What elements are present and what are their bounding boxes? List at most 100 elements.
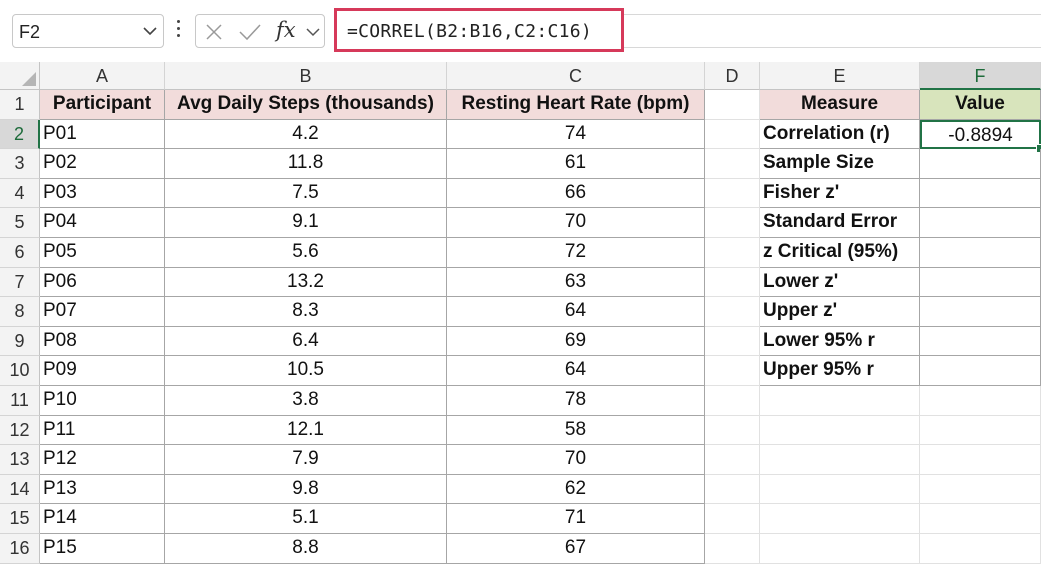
cell-a3[interactable]: P02 [40,149,165,179]
cell-a15[interactable]: P14 [40,504,165,534]
row-header-14[interactable]: 14 [0,474,40,505]
cell-b3[interactable]: 11.8 [165,149,447,179]
row-header-8[interactable]: 8 [0,297,40,327]
cell-f16[interactable] [920,534,1041,564]
cell-e3[interactable]: Sample Size [760,149,920,179]
cell-a2[interactable]: P01 [40,119,165,150]
cell-f4[interactable] [920,178,1041,209]
row-header-16[interactable]: 16 [0,534,40,564]
cell-c15[interactable]: 71 [447,504,705,534]
cell-c8[interactable]: 64 [447,297,705,327]
name-box-value[interactable]: F2 [19,22,40,43]
cell-e15[interactable] [760,504,920,534]
cell-f5[interactable] [920,208,1041,238]
cell-d1[interactable] [705,90,760,120]
cell-a10[interactable]: P09 [40,356,165,386]
close-icon[interactable] [205,23,223,41]
cell-d15[interactable] [705,504,760,534]
cell-c10[interactable]: 64 [447,356,705,386]
cell-e12[interactable] [760,415,920,446]
cell-f11[interactable] [920,386,1041,416]
cell-a1[interactable]: Participant [40,90,165,120]
row-header-7[interactable]: 7 [0,267,40,298]
cell-e6[interactable]: z Critical (95%) [760,238,920,268]
cell-e14[interactable] [760,474,920,505]
cell-c4[interactable]: 66 [447,178,705,209]
cell-f15[interactable] [920,504,1041,534]
cell-a16[interactable]: P15 [40,534,165,564]
cell-e7[interactable]: Lower z' [760,267,920,298]
cell-c3[interactable]: 61 [447,149,705,179]
chevron-down-icon[interactable] [143,26,157,36]
column-header-c[interactable]: C [447,62,705,90]
cell-b10[interactable]: 10.5 [165,356,447,386]
cell-c11[interactable]: 78 [447,386,705,416]
cell-e1[interactable]: Measure [760,90,920,120]
cell-f3[interactable] [920,149,1041,179]
cell-d3[interactable] [705,149,760,179]
cell-d2[interactable] [705,119,760,150]
cell-e5[interactable]: Standard Error [760,208,920,238]
cell-a5[interactable]: P04 [40,208,165,238]
cell-e8[interactable]: Upper z' [760,297,920,327]
formula-text[interactable]: =CORREL(B2:B16,C2:C16) [347,21,592,42]
formula-input-extension[interactable] [624,14,1041,48]
cell-b14[interactable]: 9.8 [165,474,447,505]
cell-f1[interactable]: Value [920,90,1041,120]
row-header-10[interactable]: 10 [0,356,40,386]
cell-d6[interactable] [705,238,760,268]
column-header-b[interactable]: B [165,62,447,90]
row-header-11[interactable]: 11 [0,386,40,416]
select-all-triangle-icon[interactable] [22,72,36,86]
cell-a6[interactable]: P05 [40,238,165,268]
cell-b7[interactable]: 13.2 [165,267,447,298]
cell-d8[interactable] [705,297,760,327]
cell-b16[interactable]: 8.8 [165,534,447,564]
cell-f13[interactable] [920,445,1041,475]
cell-f8[interactable] [920,297,1041,327]
cell-d5[interactable] [705,208,760,238]
cell-e11[interactable] [760,386,920,416]
cell-b5[interactable]: 9.1 [165,208,447,238]
cell-a8[interactable]: P07 [40,297,165,327]
row-header-6[interactable]: 6 [0,238,40,268]
cell-c5[interactable]: 70 [447,208,705,238]
row-header-5[interactable]: 5 [0,208,40,238]
column-header-d[interactable]: D [705,62,760,90]
cell-c7[interactable]: 63 [447,267,705,298]
fx-icon[interactable]: fx [276,18,296,42]
formula-input[interactable]: =CORREL(B2:B16,C2:C16) [334,8,624,52]
row-header-1[interactable]: 1 [0,90,40,120]
vertical-ellipsis-icon[interactable] [176,20,182,40]
cell-b1[interactable]: Avg Daily Steps (thousands) [165,90,447,120]
cell-d16[interactable] [705,534,760,564]
cell-a7[interactable]: P06 [40,267,165,298]
cell-d11[interactable] [705,386,760,416]
cell-b12[interactable]: 12.1 [165,415,447,446]
cell-b11[interactable]: 3.8 [165,386,447,416]
cell-d10[interactable] [705,356,760,386]
row-header-4[interactable]: 4 [0,178,40,209]
cell-c14[interactable]: 62 [447,474,705,505]
cell-f10[interactable] [920,356,1041,386]
row-header-3[interactable]: 3 [0,149,40,179]
cell-c1[interactable]: Resting Heart Rate (bpm) [447,90,705,120]
cell-f12[interactable] [920,415,1041,446]
select-all-corner[interactable] [0,62,40,90]
cell-d13[interactable] [705,445,760,475]
cell-b6[interactable]: 5.6 [165,238,447,268]
cell-d12[interactable] [705,415,760,446]
name-box[interactable]: F2 [12,14,164,48]
cell-e16[interactable] [760,534,920,564]
cell-a9[interactable]: P08 [40,326,165,357]
chevron-down-icon[interactable] [306,27,320,37]
cell-a14[interactable]: P13 [40,474,165,505]
cell-c12[interactable]: 58 [447,415,705,446]
cell-a4[interactable]: P03 [40,178,165,209]
cell-f9[interactable] [920,326,1041,357]
cell-f14[interactable] [920,474,1041,505]
cell-e4[interactable]: Fisher z' [760,178,920,209]
row-header-9[interactable]: 9 [0,326,40,357]
cell-f6[interactable] [920,238,1041,268]
cell-b9[interactable]: 6.4 [165,326,447,357]
